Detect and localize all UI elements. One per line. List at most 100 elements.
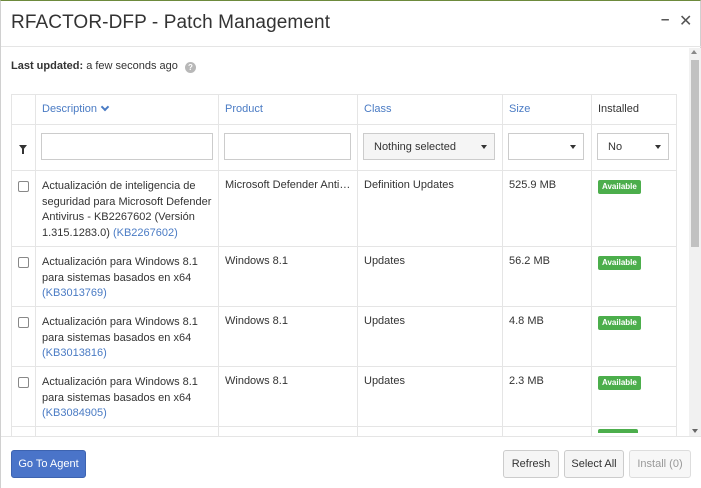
size-cell: 56.2 MB [503,247,592,306]
vertical-scrollbar[interactable] [689,48,701,436]
installed-cell: Available [592,171,678,246]
class-filter-select[interactable]: Nothing selected [363,133,495,160]
status-badge [598,429,638,433]
kb-link[interactable]: (KB3084905) [42,407,107,419]
product-cell: Windows 8.1 [219,367,358,426]
class-filter-value: Nothing selected [374,141,456,153]
installed-cell: Available [592,367,678,426]
installed-cell: Available [592,307,678,366]
status-badge: Available [598,256,641,270]
size-cell: 2.3 MB [503,367,592,426]
caret-down-icon [570,145,576,149]
patch-management-dialog: RFACTOR-DFP - Patch Management – ✕ Last … [0,0,701,488]
description-cell [36,427,219,436]
installed-cell [592,427,678,436]
column-header-class[interactable]: Class [358,95,503,124]
sort-descending-icon [100,102,110,112]
filter-icon-cell [12,125,36,170]
row-checkbox[interactable] [18,181,29,192]
patch-description: Actualización para Windows 8.1 para sist… [42,316,198,344]
help-icon[interactable]: ? [184,62,196,73]
patch-class: Updates [364,315,405,327]
description-filter-input[interactable] [41,133,213,160]
minimize-icon[interactable]: – [661,11,669,28]
size-filter-cell [503,125,592,170]
install-button[interactable]: Install (0) [629,450,691,478]
description-text-wrap: Actualización para Windows 8.1 para sist… [42,375,214,422]
caret-down-icon [655,145,661,149]
class-cell: Definition Updates [358,171,503,246]
size-filter-select[interactable] [508,133,584,160]
table-row[interactable] [12,427,676,436]
kb-link[interactable]: (KB3013816) [42,347,107,359]
description-cell: Actualización para Windows 8.1 para sist… [36,367,219,426]
product-cell: Microsoft Defender Antivirus [219,171,358,246]
table-row[interactable]: Actualización de inteligencia de segurid… [12,171,676,247]
row-select-cell [12,247,36,306]
description-header-text-wrap: Description [42,102,110,115]
product-header-label: Product [225,103,263,115]
description-header-label: Description [42,103,98,115]
class-cell [358,427,503,436]
size-cell: 4.8 MB [503,307,592,366]
column-header-product[interactable]: Product [219,95,358,124]
column-header-size[interactable]: Size [503,95,592,124]
scrollbar-thumb[interactable] [691,60,699,247]
status-badge: Available [598,316,641,330]
product-filter-cell [219,125,358,170]
select-all-button[interactable]: Select All [564,450,624,478]
row-checkbox[interactable] [18,257,29,268]
table-row[interactable]: Actualización para Windows 8.1 para sist… [12,247,676,307]
product-cell [219,427,358,436]
row-select-cell [12,307,36,366]
patch-class: Updates [364,375,405,387]
patch-size: 56.2 MB [509,255,550,267]
dialog-body: Last updated: a few seconds ago ? Descri… [1,48,701,436]
header-select-cell [12,95,36,124]
scroll-up-arrow-icon[interactable] [691,50,697,54]
installed-cell: Available [592,247,678,306]
patch-description: Actualización para Windows 8.1 para sist… [42,376,198,404]
row-checkbox[interactable] [18,377,29,388]
go-to-agent-button[interactable]: Go To Agent [11,450,86,478]
row-checkbox[interactable] [18,317,29,328]
installed-filter-select[interactable]: No [597,133,669,160]
size-cell: 525.9 MB [503,171,592,246]
patch-size: 4.8 MB [509,315,544,327]
description-cell: Actualización para Windows 8.1 para sist… [36,307,219,366]
installed-header-label: Installed [598,103,639,115]
caret-down-icon [481,145,487,149]
product-cell: Windows 8.1 [219,307,358,366]
close-icon[interactable]: ✕ [679,11,692,31]
table-row[interactable]: Actualización para Windows 8.1 para sist… [12,307,676,367]
size-cell [503,427,592,436]
scroll-down-arrow-icon[interactable] [692,429,698,433]
product-cell: Windows 8.1 [219,247,358,306]
product-filter-input[interactable] [224,133,351,160]
status-badge: Available [598,180,641,194]
refresh-button[interactable]: Refresh [503,450,559,478]
patch-table: Description Product Class Size Installed [11,94,677,436]
last-updated-status: Last updated: a few seconds ago ? [11,60,196,73]
patch-description: Actualización para Windows 8.1 para sist… [42,256,198,284]
column-header-description[interactable]: Description [36,95,219,124]
kb-link[interactable]: (KB2267602) [113,227,178,239]
row-select-cell [12,367,36,426]
column-header-installed: Installed [592,95,678,124]
kb-link[interactable]: (KB3013769) [42,287,107,299]
patch-product: Microsoft Defender Antivirus [225,179,353,191]
description-cell: Actualización para Windows 8.1 para sist… [36,247,219,306]
description-text-wrap: Actualización de inteligencia de segurid… [42,179,214,241]
patch-class: Definition Updates [364,179,454,191]
last-updated-label: Last updated: [11,60,84,72]
installed-filter-cell: No [592,125,678,170]
patch-product: Windows 8.1 [225,255,288,267]
class-header-label: Class [364,103,392,115]
table-row[interactable]: Actualización para Windows 8.1 para sist… [12,367,676,427]
description-cell: Actualización de inteligencia de segurid… [36,171,219,246]
patch-size: 525.9 MB [509,179,557,191]
description-filter-cell [36,125,219,170]
dialog-footer: Go To Agent Refresh Select All Install (… [1,436,701,488]
patch-product: Windows 8.1 [225,375,288,387]
dialog-header: RFACTOR-DFP - Patch Management – ✕ [1,1,701,47]
